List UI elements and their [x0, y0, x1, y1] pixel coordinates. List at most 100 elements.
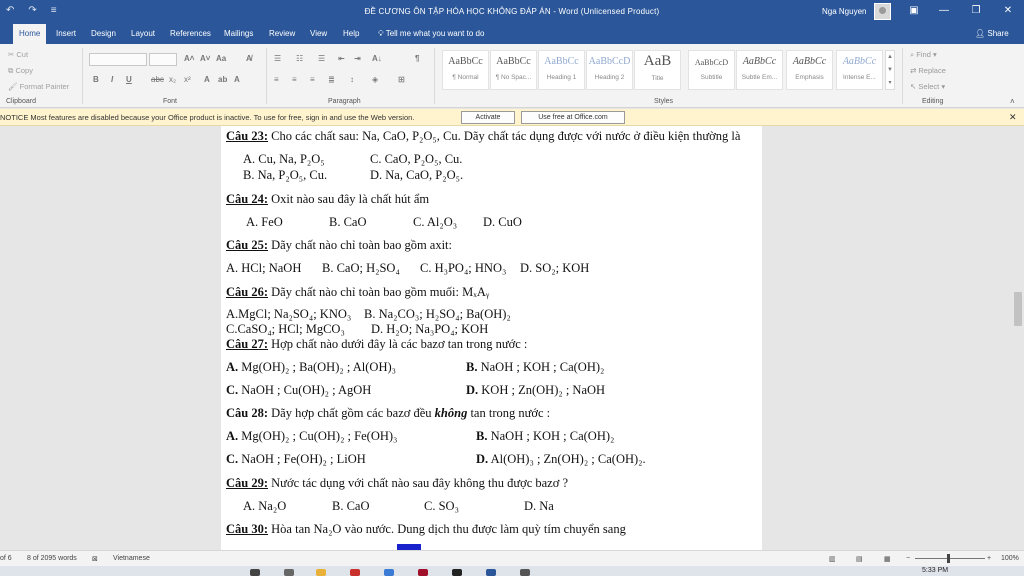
answer: B. NaOH ; KOH ; Ca(OH)₂ [476, 429, 615, 443]
style-intense-emphasis[interactable]: AaBbCc Intense E... [836, 50, 883, 90]
word-icon[interactable] [486, 569, 496, 576]
zoom-level[interactable]: 100% [1001, 555, 1019, 562]
app-icon[interactable] [384, 569, 394, 576]
answer: D. CuO [483, 215, 522, 229]
show-marks-icon[interactable]: ¶ [415, 54, 419, 63]
superscript-button[interactable]: x² [184, 75, 191, 84]
avatar[interactable] [874, 3, 891, 20]
bullets-icon[interactable]: ☰ [274, 54, 281, 63]
subscript-button[interactable]: x₂ [169, 75, 176, 84]
zoom-slider[interactable] [915, 558, 985, 559]
justify-icon[interactable]: ≣ [328, 75, 335, 84]
align-center-icon[interactable]: ≡ [292, 75, 297, 84]
styles-scroll-icon[interactable]: ▲ ▼ ▾ [885, 50, 895, 90]
replace-button[interactable]: ⇄ Replace [910, 66, 946, 75]
style-normal[interactable]: AaBbCc ¶ Normal [442, 50, 489, 90]
scroll-thumb[interactable] [1014, 292, 1022, 326]
highlight-icon[interactable]: ab [218, 75, 227, 84]
ribbon-display-icon[interactable]: ▣ [904, 3, 924, 19]
vertical-scrollbar[interactable] [1012, 126, 1024, 550]
style-no-spacing[interactable]: AaBbCc ¶ No Spac... [490, 50, 537, 90]
file-explorer-icon[interactable] [316, 569, 326, 576]
language[interactable]: Vietnamese [113, 555, 150, 562]
italic-button[interactable]: I [111, 75, 113, 84]
find-button[interactable]: ⌕ Find ▾ [910, 50, 937, 60]
sort-icon[interactable]: A↓ [372, 54, 382, 63]
increase-indent-icon[interactable]: ⇥ [354, 54, 361, 63]
word-count[interactable]: 8 of 2095 words [27, 555, 77, 562]
styles-label: Styles [654, 98, 674, 105]
minimize-icon[interactable]: — [934, 3, 954, 19]
close-notice-icon[interactable]: ✕ [1009, 112, 1017, 123]
activate-button[interactable]: Activate [461, 111, 515, 124]
tab-review[interactable]: Review [263, 24, 301, 44]
print-layout-icon[interactable]: ▤ [856, 555, 863, 563]
restore-icon[interactable]: ❐ [966, 3, 986, 19]
style-heading-2[interactable]: AaBbCcD Heading 2 [586, 50, 633, 90]
clock[interactable]: 5:33 PM [922, 567, 948, 574]
tab-mailings[interactable]: Mailings [218, 24, 259, 44]
app-icon[interactable] [452, 569, 462, 576]
style-subtle-emphasis[interactable]: AaBbCc Subtle Em... [736, 50, 783, 90]
tab-design[interactable]: Design [85, 24, 122, 44]
paragraph-label: Paragraph [328, 98, 361, 105]
app-icon[interactable] [418, 569, 428, 576]
page-count[interactable]: of 6 [0, 555, 12, 562]
borders-icon[interactable]: ⊞ [398, 75, 405, 84]
zoom-slider-thumb[interactable] [947, 554, 950, 563]
style-emphasis[interactable]: AaBbCc Emphasis [786, 50, 833, 90]
cut-button[interactable]: ✂ Cut [8, 50, 28, 59]
numbering-icon[interactable]: ☷ [296, 54, 303, 63]
tab-references[interactable]: References [164, 24, 217, 44]
decrease-indent-icon[interactable]: ⇤ [338, 54, 345, 63]
close-icon[interactable]: ✕ [998, 3, 1018, 19]
shrink-font-icon[interactable]: A˅ [200, 54, 210, 63]
change-case-icon[interactable]: Aa [216, 54, 226, 63]
font-size-field[interactable] [149, 53, 177, 66]
grow-font-icon[interactable]: A˄ [184, 54, 194, 63]
share-button[interactable]: 👤︎ Share [975, 24, 1009, 44]
collapse-ribbon-icon[interactable]: ˄ [1010, 97, 1015, 106]
tab-home[interactable]: Home [13, 24, 47, 44]
tab-insert[interactable]: Insert [50, 24, 82, 44]
zoom-out-icon[interactable]: − [906, 555, 910, 562]
underline-button[interactable]: U [126, 75, 132, 84]
shading-icon[interactable]: ◈ [372, 75, 378, 84]
question-23: Câu 23: Cho các chất sau: Na, CaO, P₂O₅,… [226, 129, 741, 143]
tell-me-search[interactable]: 💡︎ Tell me what you want to do [378, 24, 484, 44]
font-name-field[interactable] [89, 53, 147, 66]
web-layout-icon[interactable]: ▦ [884, 555, 891, 563]
answer: C. CaO, P₂O₅, Cu. [370, 152, 463, 166]
use-web-button[interactable]: Use free at Office.com [521, 111, 625, 124]
style-subtitle[interactable]: AaBbCcD Subtitle [688, 50, 735, 90]
app-icon[interactable] [350, 569, 360, 576]
font-color-button[interactable]: A [234, 75, 240, 84]
user-name[interactable]: Nga Nguyen [822, 7, 866, 16]
read-mode-icon[interactable]: ▥ [829, 555, 836, 563]
tab-view[interactable]: View [304, 24, 333, 44]
divider [434, 48, 435, 104]
style-title[interactable]: AaB Title [634, 50, 681, 90]
line-spacing-icon[interactable]: ↕ [350, 75, 354, 84]
search-icon[interactable] [250, 569, 260, 576]
document-title: ĐỀ CƯƠNG ÔN TẬP HÓA HỌC KHÔNG ĐÁP ÁN - W… [364, 7, 660, 16]
document-page[interactable]: Câu 23: Cho các chất sau: Na, CaO, P₂O₅,… [221, 126, 762, 550]
multilevel-list-icon[interactable]: ☰ [318, 54, 325, 63]
clear-format-icon[interactable]: A̸ [246, 54, 252, 63]
zoom-in-icon[interactable]: + [987, 555, 991, 562]
select-button[interactable]: ↖ Select ▾ [910, 82, 945, 91]
align-left-icon[interactable]: ≡ [274, 75, 279, 84]
tab-layout[interactable]: Layout [125, 24, 161, 44]
app-icon[interactable] [520, 569, 530, 576]
strikethrough-button[interactable]: abc [151, 75, 164, 84]
tab-help[interactable]: Help [337, 24, 365, 44]
answer: B. NaOH ; KOH ; Ca(OH)₂ [466, 360, 605, 374]
task-view-icon[interactable] [284, 569, 294, 576]
align-right-icon[interactable]: ≡ [310, 75, 315, 84]
style-heading-1[interactable]: AaBbCc Heading 1 [538, 50, 585, 90]
bold-button[interactable]: B [93, 75, 99, 84]
format-painter-button[interactable]: 🖌︎ Format Painter [8, 82, 69, 91]
text-effects-icon[interactable]: A [204, 75, 210, 84]
copy-button[interactable]: ⧉ Copy [8, 66, 33, 76]
proofing-icon[interactable]: ⊠ [92, 555, 98, 563]
